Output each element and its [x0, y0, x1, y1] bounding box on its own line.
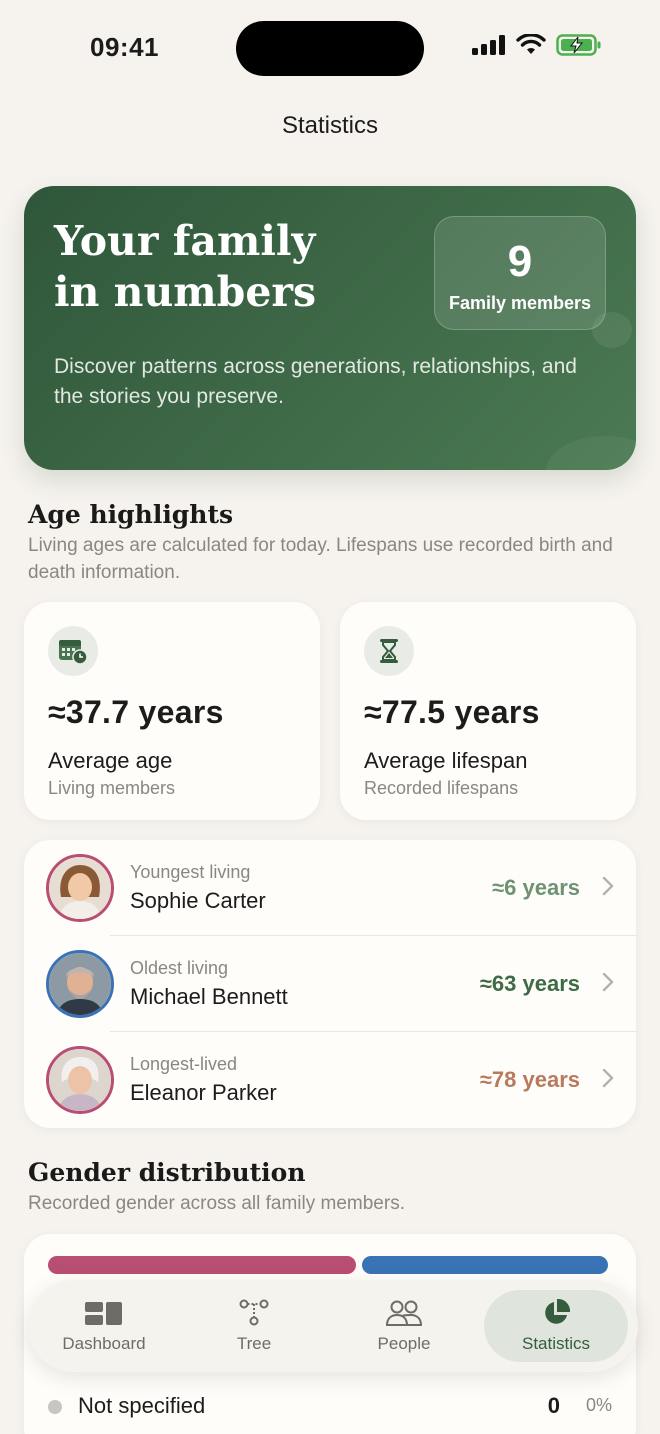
average-lifespan-sub: Recorded lifespans: [364, 778, 519, 798]
hero-subtitle: Discover patterns across generations, re…: [54, 355, 577, 408]
legend-not-specified: Not specified 0 0%: [48, 1392, 612, 1422]
hero-title: Your family in numbers: [54, 216, 316, 318]
chevron-right-icon: [602, 1068, 614, 1088]
person-role: Oldest living: [130, 958, 229, 978]
average-lifespan-label: Average lifespan: [364, 748, 528, 773]
average-lifespan-value: ≈77.5 years: [364, 694, 540, 730]
tab-people[interactable]: People: [332, 1290, 476, 1362]
person-age: ≈63 years: [479, 971, 580, 996]
average-age-value: ≈37.7 years: [48, 694, 224, 730]
hero-title-line-2: in numbers: [54, 268, 317, 316]
person-name: Eleanor Parker: [130, 1080, 277, 1105]
status-bar: 09:41: [0, 0, 660, 100]
tab-dashboard[interactable]: Dashboard: [32, 1290, 176, 1362]
list-item-youngest[interactable]: Youngest living Sophie Carter ≈6 years: [24, 840, 636, 936]
person-role: Youngest living: [130, 862, 251, 882]
calendar-clock-icon: [48, 626, 98, 676]
list-item-oldest[interactable]: Oldest living Michael Bennett ≈63 years: [24, 936, 636, 1032]
tab-label: People: [377, 1334, 431, 1353]
status-time: 09:41: [90, 32, 159, 62]
legend-percent: 0%: [585, 1395, 612, 1415]
chevron-right-icon: [602, 876, 614, 896]
legend-dot: [48, 1400, 62, 1414]
family-members-label: Family members: [448, 293, 592, 313]
gender-distribution-subtitle: Recorded gender across all family member…: [28, 1193, 405, 1214]
gender-bar-male: [362, 1256, 608, 1274]
age-highlights-subtitle: Living ages are calculated for today. Li…: [28, 535, 613, 583]
hero-title-line-1: Your family: [54, 217, 316, 265]
person-age: ≈6 years: [492, 875, 580, 900]
tab-statistics[interactable]: Statistics: [484, 1290, 628, 1362]
age-people-list: Youngest living Sophie Carter ≈6 years O…: [24, 840, 636, 1128]
person-name: Michael Bennett: [130, 984, 288, 1009]
hourglass-icon: [364, 626, 414, 676]
person-role: Longest-lived: [130, 1054, 238, 1074]
tab-label: Dashboard: [62, 1334, 146, 1353]
person-name: Sophie Carter: [130, 888, 266, 913]
pie-chart-icon: [484, 1296, 628, 1330]
family-members-count: 9: [507, 237, 533, 286]
tab-bar: Dashboard Tree People Statistics: [28, 1280, 638, 1372]
average-lifespan-card: ≈77.5 years Average lifespan Recorded li…: [340, 602, 636, 820]
average-age-card: ≈37.7 years Average age Living members: [24, 602, 320, 820]
average-age-sub: Living members: [48, 778, 176, 798]
tree-icon: [182, 1296, 326, 1330]
avatar: [46, 1046, 114, 1114]
tab-label: Statistics: [521, 1334, 591, 1353]
person-age: ≈78 years: [479, 1067, 580, 1092]
page-title: Statistics: [281, 112, 379, 139]
legend-count: 0: [547, 1393, 560, 1418]
decorative-shape: [546, 436, 636, 470]
list-item-longest-lived[interactable]: Longest-lived Eleanor Parker ≈78 years: [24, 1032, 636, 1128]
tab-label: Tree: [236, 1334, 272, 1353]
legend-label: Not specified: [78, 1393, 206, 1418]
battery-charging-icon: [556, 34, 601, 56]
age-highlights-title: Age highlights: [28, 500, 234, 529]
tab-tree[interactable]: Tree: [182, 1290, 326, 1362]
avatar: [46, 950, 114, 1018]
hero-card: Your family in numbers Discover patterns…: [24, 186, 636, 470]
family-members-badge: 9 Family members: [434, 216, 606, 330]
people-icon: [332, 1296, 476, 1330]
dashboard-icon: [32, 1296, 176, 1330]
gender-bar-female: [48, 1256, 356, 1274]
status-icons: [472, 34, 602, 56]
gender-distribution-title: Gender distribution: [28, 1158, 306, 1187]
wifi-icon: [516, 34, 546, 54]
average-age-label: Average age: [48, 748, 173, 773]
signal-icon: [472, 35, 505, 55]
chevron-right-icon: [602, 972, 614, 992]
dynamic-island: [236, 21, 424, 76]
avatar: [46, 854, 114, 922]
